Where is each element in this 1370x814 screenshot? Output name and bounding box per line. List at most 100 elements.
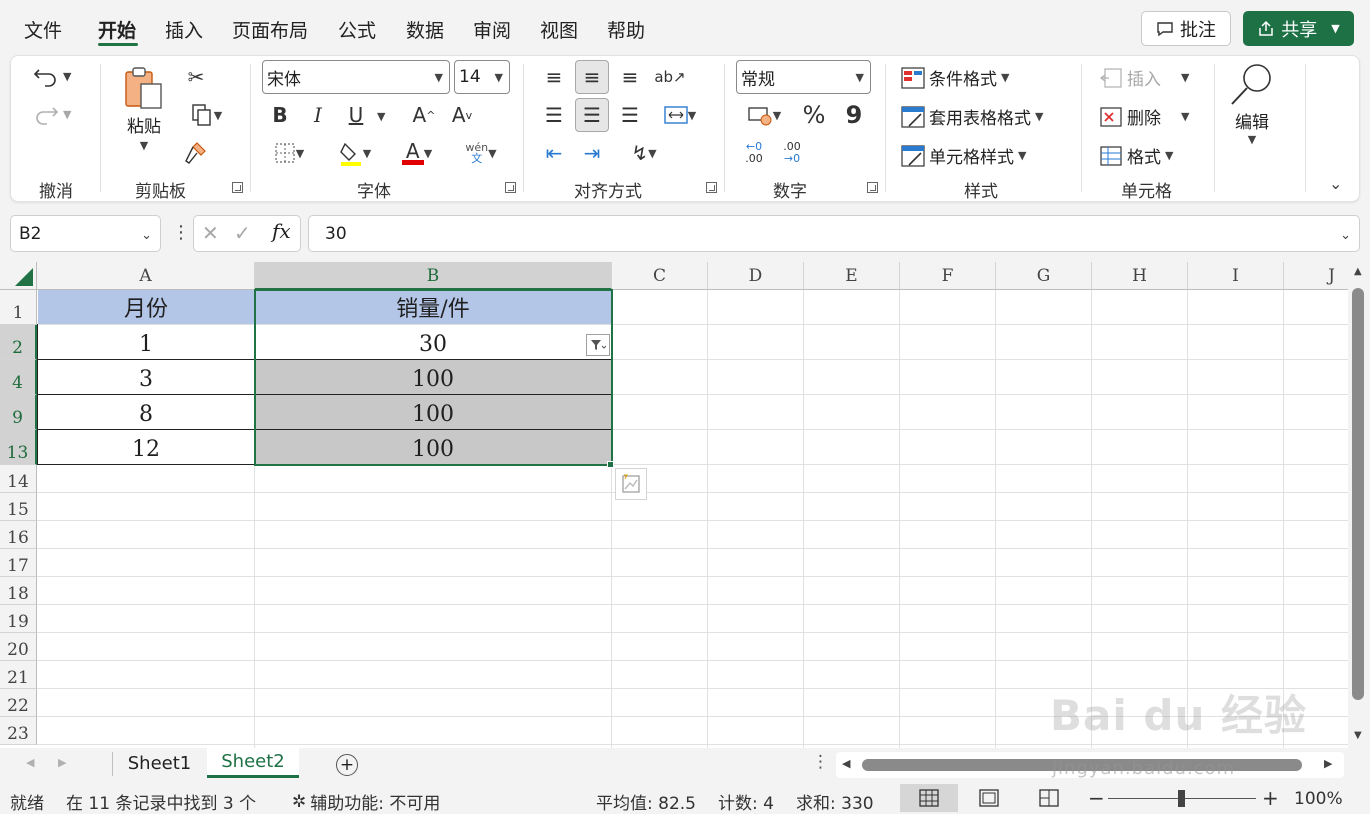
- column-header-g[interactable]: G: [996, 262, 1092, 290]
- cell-a9[interactable]: 8: [38, 395, 254, 429]
- vertical-scroll-thumb[interactable]: [1352, 288, 1364, 700]
- accounting-format-button[interactable]: ▼: [737, 98, 791, 132]
- align-bottom-button[interactable]: ≡: [613, 60, 647, 94]
- zoom-in-button[interactable]: +: [1262, 786, 1279, 810]
- quick-analysis-button[interactable]: [615, 468, 647, 500]
- fill-color-button[interactable]: ▼: [329, 136, 381, 170]
- scroll-down-icon[interactable]: ▼: [1354, 730, 1362, 741]
- number-launcher-icon[interactable]: [867, 182, 878, 193]
- column-header-e[interactable]: E: [804, 262, 900, 290]
- cancel-entry-icon[interactable]: ✕: [202, 221, 219, 245]
- underline-button[interactable]: U: [339, 98, 373, 132]
- menu-formulas[interactable]: 公式: [338, 16, 376, 43]
- column-header-b[interactable]: B: [255, 262, 612, 290]
- zoom-level[interactable]: 100%: [1294, 789, 1343, 809]
- menu-file[interactable]: 文件: [24, 16, 62, 43]
- menu-insert[interactable]: 插入: [165, 16, 203, 43]
- paste-button[interactable]: 粘贴 ▼: [121, 64, 167, 152]
- undo-button[interactable]: ▼: [33, 64, 71, 88]
- merge-center-button[interactable]: ▼: [653, 98, 707, 132]
- clipboard-launcher-icon[interactable]: [232, 182, 243, 193]
- row-header[interactable]: 22: [0, 689, 37, 717]
- scroll-up-icon[interactable]: ▲: [1354, 266, 1362, 277]
- align-left-button[interactable]: ☰: [537, 98, 571, 132]
- align-right-button[interactable]: ☰: [613, 98, 647, 132]
- cell-b2[interactable]: 30: [255, 325, 611, 359]
- font-launcher-icon[interactable]: [505, 182, 516, 193]
- alignment-launcher-icon[interactable]: [706, 182, 717, 193]
- menu-review[interactable]: 审阅: [473, 16, 511, 43]
- menu-page-layout[interactable]: 页面布局: [232, 16, 308, 43]
- fill-handle[interactable]: [607, 461, 614, 468]
- italic-button[interactable]: I: [301, 98, 335, 132]
- menu-home[interactable]: 开始: [98, 16, 136, 43]
- count-status[interactable]: 计数: 4: [718, 789, 774, 814]
- font-size-select[interactable]: 14 ▼: [454, 60, 510, 94]
- next-sheet-icon[interactable]: ▶: [58, 756, 66, 769]
- column-header-i[interactable]: I: [1188, 262, 1284, 290]
- column-header-j[interactable]: J: [1284, 262, 1348, 290]
- cell-b9[interactable]: 100: [255, 395, 611, 429]
- column-header-d[interactable]: D: [708, 262, 804, 290]
- grow-font-button[interactable]: A ^: [407, 98, 441, 132]
- cell-a4[interactable]: 3: [38, 360, 254, 394]
- zoom-slider-thumb[interactable]: [1178, 790, 1185, 807]
- increase-decimal-button[interactable]: ←0 .00: [737, 136, 771, 170]
- accessibility-status[interactable]: ✲ 辅助功能: 不可用: [292, 789, 440, 814]
- orientation-button[interactable]: ab↗: [653, 60, 687, 94]
- formula-input[interactable]: 30 ⌄: [308, 215, 1360, 252]
- cell-styles-button[interactable]: 单元格样式 ▼: [901, 143, 1026, 168]
- increase-indent-button[interactable]: ⇥: [575, 136, 609, 170]
- filter-dropdown-button[interactable]: [586, 334, 610, 356]
- percent-button[interactable]: %: [797, 98, 831, 132]
- editing-button[interactable]: 编辑 ▼: [1227, 60, 1277, 146]
- align-center-button[interactable]: ☰: [575, 98, 609, 132]
- row-header[interactable]: 13: [0, 430, 37, 465]
- row-header[interactable]: 2: [0, 325, 37, 360]
- share-button[interactable]: 共享 ▼: [1243, 11, 1354, 46]
- cut-button[interactable]: ✂: [179, 60, 213, 94]
- column-header-f[interactable]: F: [900, 262, 996, 290]
- name-box[interactable]: B2 ⌄: [10, 215, 161, 252]
- comma-style-button[interactable]: 9: [837, 98, 871, 132]
- worksheet-grid[interactable]: A B C D E F G H I J 1 2 4 9 13 14 15 16 …: [0, 262, 1348, 748]
- zoom-out-button[interactable]: −: [1088, 786, 1105, 810]
- sheet-tab-sheet2[interactable]: Sheet2: [207, 748, 299, 778]
- menu-view[interactable]: 视图: [540, 16, 578, 43]
- format-as-table-button[interactable]: 套用表格格式 ▼: [901, 104, 1043, 129]
- decrease-decimal-button[interactable]: .00 →0: [775, 136, 809, 170]
- font-name-select[interactable]: 宋体 ▼: [262, 60, 450, 94]
- font-color-button[interactable]: A ▼: [391, 136, 443, 170]
- page-break-view-button[interactable]: [1020, 784, 1078, 812]
- chevron-down-icon[interactable]: ▼: [377, 110, 385, 123]
- number-format-select[interactable]: 常规 ▼: [736, 60, 871, 94]
- expand-formula-bar-icon[interactable]: ⌄: [1340, 228, 1351, 243]
- copy-button[interactable]: ▼: [179, 98, 233, 132]
- row-header[interactable]: 14: [0, 465, 37, 493]
- row-header[interactable]: 18: [0, 577, 37, 605]
- row-header[interactable]: 20: [0, 633, 37, 661]
- add-sheet-button[interactable]: +: [336, 754, 358, 776]
- insert-function-button[interactable]: fx: [272, 219, 291, 243]
- cell-a2[interactable]: 1: [38, 325, 254, 359]
- row-header[interactable]: 17: [0, 549, 37, 577]
- vertical-scrollbar[interactable]: ▲ ▼: [1348, 262, 1370, 748]
- wrap-text-button[interactable]: ↯ ▼: [619, 136, 669, 170]
- average-status[interactable]: 平均值: 82.5: [596, 789, 696, 814]
- scroll-right-icon[interactable]: ▶: [1324, 757, 1332, 770]
- delete-cells-button[interactable]: 删除 ▼: [1099, 104, 1189, 129]
- redo-button[interactable]: ▼: [33, 102, 71, 126]
- menu-data[interactable]: 数据: [406, 16, 444, 43]
- row-header[interactable]: 19: [0, 605, 37, 633]
- borders-button[interactable]: ▼: [263, 136, 315, 170]
- column-header-c[interactable]: C: [612, 262, 708, 290]
- format-cells-button[interactable]: 格式 ▼: [1099, 143, 1173, 168]
- cell-a13[interactable]: 12: [38, 430, 254, 464]
- cell-b1[interactable]: 销量/件: [255, 290, 611, 324]
- more-options-icon[interactable]: ⋮: [172, 222, 190, 243]
- comment-button[interactable]: 批注: [1141, 11, 1231, 46]
- row-header[interactable]: 23: [0, 717, 37, 745]
- row-header[interactable]: 4: [0, 360, 37, 395]
- normal-view-button[interactable]: [900, 784, 958, 812]
- ribbon-collapse-chevron-icon[interactable]: ⌄: [1329, 174, 1342, 193]
